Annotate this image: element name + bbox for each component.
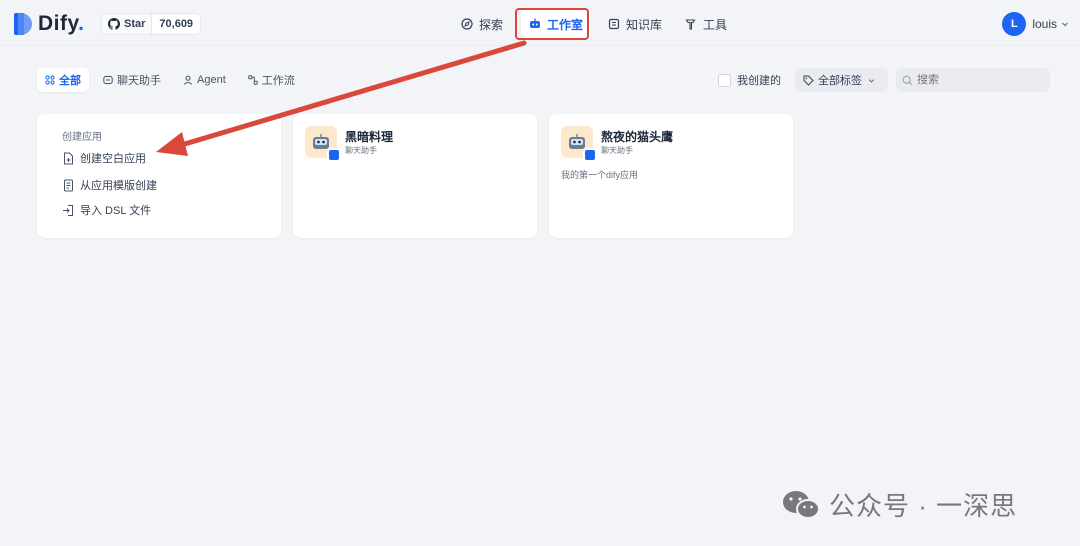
tab-agent[interactable]: Agent — [175, 68, 234, 92]
nav-studio-highlight — [515, 8, 589, 40]
tags-label: 全部标签 — [818, 75, 862, 87]
chat-icon — [103, 76, 113, 84]
wechat-icon — [783, 490, 820, 519]
app-type: 聊天助手 — [601, 146, 633, 155]
filter-bar: 我创建的 全部标签 — [718, 68, 1050, 92]
avatar: L — [1002, 12, 1027, 36]
create-app-title: 创建应用 — [62, 132, 102, 143]
compass-icon — [461, 18, 473, 30]
import-dsl-button[interactable]: 导入 DSL 文件 — [62, 202, 151, 218]
chevron-down-icon — [1062, 22, 1068, 27]
workflow-icon — [248, 75, 258, 85]
mine-label: 我创建的 — [737, 75, 781, 87]
grid-icon — [45, 75, 55, 85]
tags-dropdown[interactable]: 全部标签 — [795, 68, 888, 92]
chat-badge-icon — [327, 148, 341, 162]
nav-tools[interactable]: 工具 — [685, 10, 727, 38]
user-menu[interactable]: L louis — [1002, 12, 1070, 36]
chat-badge-icon — [583, 148, 597, 162]
app-icon — [305, 126, 341, 162]
nav-knowledge[interactable]: 知识库 — [608, 10, 662, 38]
file-plus-icon — [64, 152, 73, 164]
search-input[interactable] — [917, 74, 1037, 86]
app-name: 黑暗料理 — [345, 130, 394, 144]
tab-workflow[interactable]: 工作流 — [240, 68, 303, 92]
chevron-down-icon — [868, 78, 875, 83]
app-icon — [561, 126, 597, 162]
create-from-template-button[interactable]: 从应用模版创建 — [62, 177, 157, 193]
file-template-icon — [64, 179, 73, 191]
app-card[interactable]: 熬夜的猫头鹰 聊天助手 我的第一个dify应用 — [549, 114, 793, 238]
app-name: 熬夜的猫头鹰 — [601, 130, 674, 144]
tab-chat[interactable]: 聊天助手 — [95, 68, 169, 92]
nav-explore[interactable]: 探索 — [461, 10, 503, 38]
app-card[interactable]: 黑暗料理 聊天助手 — [293, 114, 537, 238]
tag-icon — [803, 75, 814, 86]
mine-checkbox[interactable] — [718, 73, 731, 87]
user-name: louis — [1032, 17, 1057, 31]
top-header: Dify. Star 70,609 探索 工作室 知识库 工具 L louis — [0, 0, 1080, 46]
create-blank-app-button[interactable]: 创建空白应用 — [62, 150, 146, 166]
mine-filter[interactable]: 我创建的 — [718, 72, 781, 88]
watermark-text: 公众号 · 一深思 — [829, 491, 1018, 521]
hammer-icon — [685, 19, 696, 30]
tab-all[interactable]: 全部 — [37, 68, 89, 92]
agent-icon — [184, 75, 192, 85]
app-type: 聊天助手 — [345, 146, 377, 155]
import-icon — [63, 204, 73, 216]
search-icon — [902, 75, 913, 85]
app-type-tabs: 全部 聊天助手 Agent 工作流 — [37, 68, 309, 92]
search-box[interactable] — [896, 68, 1050, 92]
watermark: 公众号 · 一深思 — [781, 486, 1017, 523]
create-app-card: 创建应用 创建空白应用 从应用模版创建 导入 DSL 文件 — [37, 114, 281, 238]
book-icon — [608, 18, 620, 30]
app-description: 我的第一个dify应用 — [561, 170, 639, 180]
